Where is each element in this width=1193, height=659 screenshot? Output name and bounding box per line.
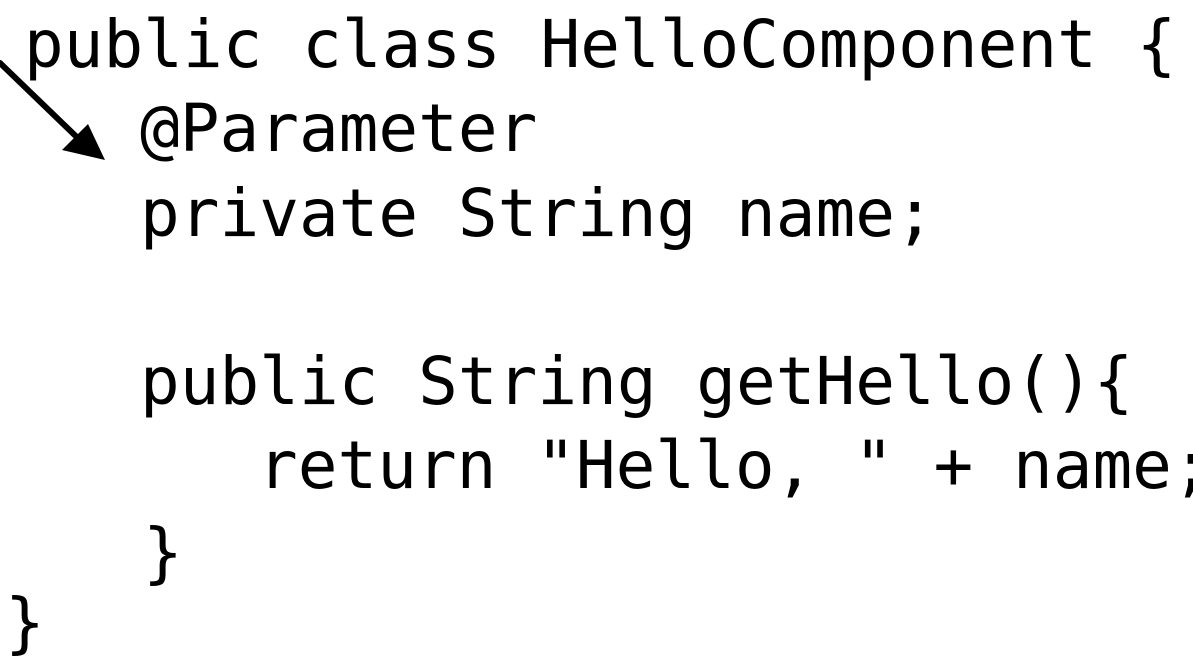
code-line-6: } — [143, 514, 183, 591]
code-line-2: @Parameter — [140, 90, 538, 167]
code-line-3: private String name; — [140, 175, 935, 252]
code-panel: public class HelloComponent { @Parameter… — [0, 0, 1193, 659]
code-line-1: public class HelloComponent { — [24, 6, 1177, 83]
code-line-5: return "Hello, " + name; — [258, 427, 1193, 504]
code-line-4: public String getHello(){ — [140, 343, 1134, 420]
code-line-7: } — [5, 584, 45, 659]
